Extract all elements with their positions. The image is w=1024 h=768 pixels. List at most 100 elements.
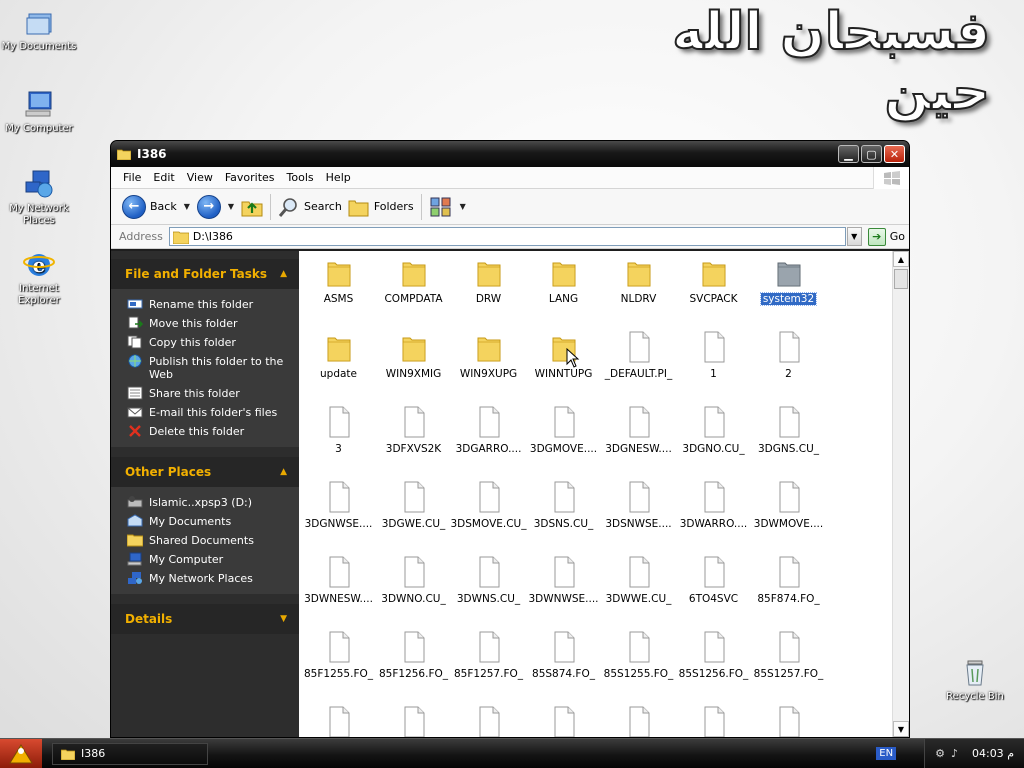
file-item[interactable]: [676, 701, 751, 737]
task-publish-web[interactable]: Publish this folder to the Web: [127, 352, 299, 384]
file-item[interactable]: 85S1256.FO_: [676, 626, 751, 701]
menu-edit[interactable]: Edit: [147, 171, 180, 184]
file-list-pane[interactable]: ASMS COMPDATA DRW LANG NLDRV SVCPACK system32 u…: [299, 251, 909, 737]
file-item[interactable]: [526, 701, 601, 737]
place-my-documents[interactable]: My Documents: [127, 512, 299, 531]
language-indicator[interactable]: EN: [876, 747, 897, 760]
collapse-icon[interactable]: ▲: [280, 269, 287, 279]
file-item[interactable]: 85S1257.FO_: [751, 626, 826, 701]
folder-item[interactable]: ASMS: [301, 251, 376, 326]
folder-item[interactable]: system32: [751, 251, 826, 326]
title-bar[interactable]: I386 ▁ ▢ ✕: [111, 141, 909, 167]
file-item[interactable]: 3DWARRO....: [676, 476, 751, 551]
file-item[interactable]: [601, 701, 676, 737]
tray-network-icon[interactable]: ⚙: [935, 747, 945, 760]
place-my-computer[interactable]: My Computer: [127, 550, 299, 569]
search-button[interactable]: Search: [275, 192, 345, 222]
other-places-header[interactable]: Other Places ▲: [111, 457, 299, 487]
file-item[interactable]: 2: [751, 326, 826, 401]
folder-item[interactable]: update: [301, 326, 376, 401]
file-item[interactable]: 85S874.FO_: [526, 626, 601, 701]
file-item[interactable]: [376, 701, 451, 737]
desktop-icon-my-documents[interactable]: My Documents: [0, 6, 78, 53]
forward-dropdown-icon[interactable]: ▼: [228, 202, 234, 211]
file-item[interactable]: 6TO4SVC: [676, 551, 751, 626]
file-item[interactable]: 3DWMOVE....: [751, 476, 826, 551]
folder-item[interactable]: WINNTUPG: [526, 326, 601, 401]
vertical-scrollbar[interactable]: ▲ ▼: [892, 251, 909, 737]
file-item[interactable]: 3DSMOVE.CU_: [451, 476, 527, 551]
task-email-files[interactable]: E-mail this folder's files: [127, 403, 299, 422]
details-header[interactable]: Details ▼: [111, 604, 299, 634]
folder-item[interactable]: WIN9XUPG: [451, 326, 526, 401]
file-item[interactable]: 85S1255.FO_: [601, 626, 676, 701]
clock[interactable]: 04:03 م: [972, 747, 1014, 760]
file-item[interactable]: [751, 701, 826, 737]
file-item[interactable]: 3DGNO.CU_: [676, 401, 751, 476]
file-item[interactable]: 3DGNWSE....: [301, 476, 376, 551]
file-item[interactable]: 1: [676, 326, 751, 401]
back-button[interactable]: ← Back: [119, 192, 180, 222]
minimize-button[interactable]: ▁: [838, 145, 859, 163]
expand-icon[interactable]: ▼: [280, 614, 287, 624]
maximize-button[interactable]: ▢: [861, 145, 882, 163]
file-item[interactable]: 3DGNS.CU_: [751, 401, 826, 476]
file-item[interactable]: _DEFAULT.PI_: [601, 326, 676, 401]
scroll-up-button[interactable]: ▲: [893, 251, 909, 267]
file-item[interactable]: 85F1257.FO_: [451, 626, 526, 701]
forward-button[interactable]: →: [194, 192, 224, 222]
task-rename-folder[interactable]: Rename this folder: [127, 295, 299, 314]
go-button[interactable]: ➔ Go: [867, 227, 905, 246]
folder-item[interactable]: NLDRV: [601, 251, 676, 326]
place-my-network-places[interactable]: My Network Places: [127, 569, 299, 588]
file-item[interactable]: 3DWNS.CU_: [451, 551, 526, 626]
desktop-icon-my-computer[interactable]: My Computer: [0, 88, 78, 135]
tray-volume-icon[interactable]: ♪: [951, 747, 958, 760]
menu-tools[interactable]: Tools: [281, 171, 320, 184]
desktop-icon-recycle-bin[interactable]: Recycle Bin: [936, 656, 1014, 703]
taskbar-item-i386[interactable]: I386: [52, 742, 208, 765]
address-input[interactable]: D:\I386: [168, 227, 846, 246]
file-item[interactable]: 3DGARRO....: [451, 401, 526, 476]
file-item[interactable]: 3DWWE.CU_: [601, 551, 676, 626]
close-button[interactable]: ✕: [884, 145, 905, 163]
file-item[interactable]: 3DGWE.CU_: [376, 476, 451, 551]
file-item[interactable]: 3DGNESW....: [601, 401, 676, 476]
file-item[interactable]: [301, 701, 376, 737]
folder-item[interactable]: WIN9XMIG: [376, 326, 451, 401]
place-shared-documents[interactable]: Shared Documents: [127, 531, 299, 550]
task-delete-folder[interactable]: Delete this folder: [127, 422, 299, 441]
file-item[interactable]: 85F1255.FO_: [301, 626, 376, 701]
task-move-folder[interactable]: Move this folder: [127, 314, 299, 333]
task-share-folder[interactable]: Share this folder: [127, 384, 299, 403]
file-item[interactable]: 3DFXVS2K: [376, 401, 451, 476]
file-item[interactable]: 3: [301, 401, 376, 476]
address-dropdown-button[interactable]: ▼: [846, 227, 862, 246]
desktop-icon-my-network-places[interactable]: My Network Places: [0, 168, 78, 227]
folder-item[interactable]: COMPDATA: [376, 251, 451, 326]
file-item[interactable]: 85F874.FO_: [751, 551, 826, 626]
menu-file[interactable]: File: [117, 171, 147, 184]
file-item[interactable]: 3DSNS.CU_: [526, 476, 601, 551]
back-dropdown-icon[interactable]: ▼: [184, 202, 190, 211]
file-item[interactable]: [451, 701, 526, 737]
file-item[interactable]: 3DSNWSE....: [601, 476, 676, 551]
task-copy-folder[interactable]: Copy this folder: [127, 333, 299, 352]
folder-item[interactable]: LANG: [526, 251, 601, 326]
menu-view[interactable]: View: [181, 171, 219, 184]
up-button[interactable]: [238, 192, 266, 222]
file-item[interactable]: 3DWNESW....: [301, 551, 376, 626]
file-item[interactable]: 85F1256.FO_: [376, 626, 451, 701]
scroll-down-button[interactable]: ▼: [893, 721, 909, 737]
menu-help[interactable]: Help: [320, 171, 357, 184]
folder-item[interactable]: SVCPACK: [676, 251, 751, 326]
file-item[interactable]: 3DGMOVE....: [526, 401, 601, 476]
file-item[interactable]: 3DWNO.CU_: [376, 551, 451, 626]
views-button[interactable]: [426, 192, 456, 222]
start-button[interactable]: [0, 738, 42, 768]
file-folder-tasks-header[interactable]: File and Folder Tasks ▲: [111, 259, 299, 289]
menu-favorites[interactable]: Favorites: [219, 171, 281, 184]
collapse-icon[interactable]: ▲: [280, 467, 287, 477]
desktop-icon-internet-explorer[interactable]: e Internet Explorer: [0, 248, 78, 307]
folder-item[interactable]: DRW: [451, 251, 526, 326]
